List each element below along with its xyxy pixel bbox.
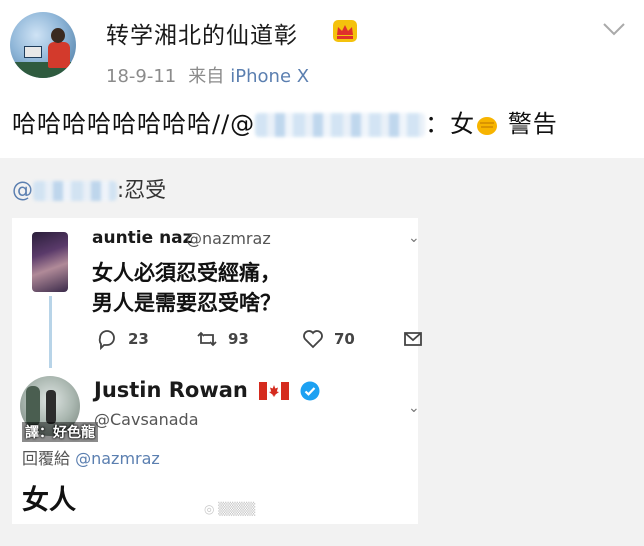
tweet2-handle: @Cavsanada [94,410,199,429]
redacted-username [255,113,426,137]
tweet2-menu-chevron-icon: ⌄ [408,400,420,416]
tweet1-actions: 23 93 70 [96,328,422,350]
retweet-icon [197,331,217,347]
share-icon [404,332,422,346]
retweet-count: 93 [228,330,249,348]
post-text-prefix: 哈哈哈哈哈哈哈哈//@ [12,110,256,138]
tweet-screenshot[interactable]: auntie naz @nazmraz ⌄ 女人必須忍受經痛， 男人是需要忍受啥… [12,218,422,524]
chevron-down-icon[interactable] [602,22,626,36]
like-icon [303,330,323,349]
tweet1-menu-chevron-icon: ⌄ [408,230,420,246]
post-device[interactable]: iPhone X [230,66,309,87]
like-action: 70 [302,328,355,350]
verified-icon [300,381,320,401]
tweet1-text-line1: 女人必須忍受經痛， [92,261,281,285]
reply-to-label: 回覆給 [22,449,71,468]
post-text-suffix: ：女 [425,110,476,138]
retweet-action: 93 [196,328,249,350]
post-text-tail: 警告 [507,110,558,138]
reply-to-line: 回覆給 @nazmraz [22,445,160,469]
tweet2-name: Justin Rowan [94,378,248,402]
tweet2-text: 女人 [22,485,76,516]
share-action [402,328,434,350]
post-username[interactable]: 转学湘北的仙道彰 [106,16,298,50]
tweet1-handle: @nazmraz [186,229,271,248]
weibo-watermark: ◎ ▒▒▒▒ [204,502,256,516]
redacted-repost-user [33,181,117,201]
tweet1-text: 女人必須忍受經痛， 男人是需要忍受啥？ [92,258,281,318]
tweet1-avatar [32,232,68,292]
user-avatar[interactable] [10,12,76,78]
translator-badge: 譯：好色龍 [22,422,98,442]
post-meta: 18-9-11 来自 iPhone X [106,62,309,88]
crown-icon [333,20,357,42]
post-date: 18-9-11 [106,66,177,87]
repost-mention[interactable]: @ [12,178,33,202]
thread-line [49,296,52,368]
tweet1-text-line2: 男人是需要忍受啥？ [92,291,281,315]
tweet1-name: auntie naz [92,228,193,248]
canada-flag-icon [259,382,290,400]
repost-text: @ :忍受 [12,174,166,204]
reply-to-handle: @nazmraz [75,449,160,468]
reply-count: 23 [128,330,149,348]
reply-action: 23 [96,328,149,350]
post-text: 哈哈哈哈哈哈哈哈//@ ：女 警告 [12,104,558,139]
fist-emoji-icon [477,117,498,135]
post-from-label: 来自 [188,66,225,87]
like-count: 70 [334,330,355,348]
repost-content: :忍受 [117,178,167,202]
reply-icon [98,330,115,350]
tweet2-name-row: Justin Rowan [94,378,320,402]
